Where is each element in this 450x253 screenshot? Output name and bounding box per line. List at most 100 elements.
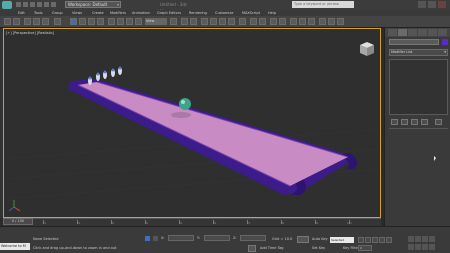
- toggle-ribbon-icon[interactable]: [279, 18, 286, 25]
- rendered-frame-icon[interactable]: [328, 18, 335, 25]
- z-label: Z:: [233, 236, 237, 240]
- undo-tool-icon[interactable]: [4, 18, 11, 25]
- maximize-viewport-icon[interactable]: [429, 244, 435, 250]
- schematic-view-icon[interactable]: [299, 18, 306, 25]
- object-name-field[interactable]: [389, 39, 439, 45]
- minimize-button[interactable]: [418, 1, 426, 8]
- add-time-tag-icon[interactable]: [248, 245, 256, 252]
- reference-coordinate-dropdown[interactable]: View: [145, 18, 167, 25]
- material-editor-icon[interactable]: [308, 18, 315, 25]
- rect-selection-icon[interactable]: [88, 18, 95, 25]
- selection-lock-icon[interactable]: [145, 236, 150, 241]
- prompt-line: Click and drag up-and-down to zoom in an…: [33, 246, 117, 250]
- next-frame-icon[interactable]: [379, 237, 385, 243]
- pin-stack-icon[interactable]: [391, 119, 398, 125]
- undo-icon[interactable]: [37, 2, 42, 7]
- set-key-icon[interactable]: [297, 236, 309, 243]
- zoom-all-icon[interactable]: [415, 236, 421, 242]
- chevron-down-icon: ▾: [444, 50, 446, 54]
- curve-editor-icon[interactable]: [290, 18, 297, 25]
- perspective-viewport[interactable]: [+] [Perspective] [Realistic]: [3, 28, 381, 218]
- open-file-icon[interactable]: [23, 2, 28, 7]
- key-filter-dropdown[interactable]: Selected: [330, 237, 354, 243]
- modifier-list-dropdown[interactable]: Modifier List ▾: [389, 49, 448, 56]
- percent-snap-icon[interactable]: [219, 18, 226, 25]
- redo-tool-icon[interactable]: [13, 18, 20, 25]
- bind-space-warp-icon[interactable]: [42, 18, 49, 25]
- keyboard-shortcut-icon[interactable]: [190, 18, 197, 25]
- go-to-start-icon[interactable]: [358, 237, 364, 243]
- field-of-view-icon[interactable]: [408, 244, 414, 250]
- layer-explorer-icon[interactable]: [270, 18, 277, 25]
- maximize-button[interactable]: [428, 1, 436, 8]
- current-frame-field[interactable]: 0: [358, 245, 372, 251]
- motion-tab-icon[interactable]: [418, 29, 427, 36]
- select-object-icon[interactable]: [70, 18, 77, 25]
- viewcube-icon[interactable]: [359, 41, 375, 57]
- hierarchy-tab-icon[interactable]: [408, 29, 417, 36]
- orbit-icon[interactable]: [422, 244, 428, 250]
- add-time-tag[interactable]: Add Time Tag: [260, 246, 284, 250]
- redo-icon[interactable]: [44, 2, 49, 7]
- close-button[interactable]: [438, 1, 446, 8]
- lane-surface: [78, 82, 348, 186]
- align-icon[interactable]: [259, 18, 266, 25]
- select-by-name-icon[interactable]: [79, 18, 86, 25]
- timeline[interactable]: 0 10 20 30 40 50 60 70 80 90 100: [3, 218, 381, 226]
- go-to-end-icon[interactable]: [386, 237, 392, 243]
- display-tab-icon[interactable]: [428, 29, 437, 36]
- project-folder-icon[interactable]: [51, 2, 56, 7]
- save-file-icon[interactable]: [30, 2, 35, 7]
- named-selection-icon[interactable]: [239, 18, 246, 25]
- mouse-cursor-icon: [434, 156, 436, 161]
- absolute-mode-icon[interactable]: [153, 236, 158, 241]
- zoom-extents-all-icon[interactable]: [429, 236, 435, 242]
- rotate-icon[interactable]: [117, 18, 124, 25]
- maxscript-listener[interactable]: Welcome to M: [0, 243, 30, 250]
- create-tab-icon[interactable]: [388, 29, 397, 36]
- zoom-extents-icon[interactable]: [422, 236, 428, 242]
- pan-view-icon[interactable]: [415, 244, 421, 250]
- render-setup-icon[interactable]: [319, 18, 326, 25]
- move-icon[interactable]: [108, 18, 115, 25]
- pivot-center-icon[interactable]: [170, 18, 177, 25]
- search-input[interactable]: Type a keyword or phrase: [292, 1, 354, 8]
- play-icon[interactable]: [372, 237, 378, 243]
- workspace-dropdown[interactable]: Workspace: Default ▾: [65, 1, 121, 8]
- select-manipulate-icon[interactable]: [181, 18, 188, 25]
- mirror-icon[interactable]: [250, 18, 257, 25]
- y-coordinate-field[interactable]: [204, 235, 230, 241]
- window-crossing-icon[interactable]: [97, 18, 104, 25]
- z-coordinate-field[interactable]: [240, 235, 266, 241]
- set-key-button[interactable]: Set Key: [312, 246, 325, 250]
- modify-tab-icon[interactable]: [398, 29, 407, 36]
- make-unique-icon[interactable]: [411, 119, 418, 125]
- scale-icon[interactable]: [126, 18, 133, 25]
- unlink-icon[interactable]: [33, 18, 40, 25]
- link-icon[interactable]: [24, 18, 31, 25]
- previous-frame-icon[interactable]: [365, 237, 371, 243]
- remove-modifier-icon[interactable]: [421, 119, 428, 125]
- placement-icon[interactable]: [135, 18, 142, 25]
- x-coordinate-field[interactable]: [168, 235, 194, 241]
- new-file-icon[interactable]: [16, 2, 21, 7]
- show-end-result-icon[interactable]: [401, 119, 408, 125]
- main-toolbar: View: [0, 16, 450, 28]
- zoom-icon[interactable]: [408, 236, 414, 242]
- auto-key-button[interactable]: Auto Key: [312, 237, 328, 241]
- frame-label: 20: [77, 222, 81, 225]
- angle-snap-icon[interactable]: [210, 18, 217, 25]
- app-logo-icon[interactable]: [2, 1, 12, 9]
- render-production-icon[interactable]: [337, 18, 344, 25]
- snap-toggle-icon[interactable]: [201, 18, 208, 25]
- object-color-swatch[interactable]: [442, 39, 448, 45]
- selection-filter-icon[interactable]: [54, 18, 61, 25]
- modifier-stack[interactable]: [389, 59, 448, 115]
- spinner-snap-icon[interactable]: [228, 18, 235, 25]
- utilities-tab-icon[interactable]: [438, 29, 447, 36]
- configure-sets-icon[interactable]: [435, 119, 442, 125]
- time-slider[interactable]: 0 / 100: [3, 218, 33, 225]
- frame-label: 60: [213, 222, 217, 225]
- frame-label: 70: [247, 222, 251, 225]
- pin-stripe: [88, 76, 92, 80]
